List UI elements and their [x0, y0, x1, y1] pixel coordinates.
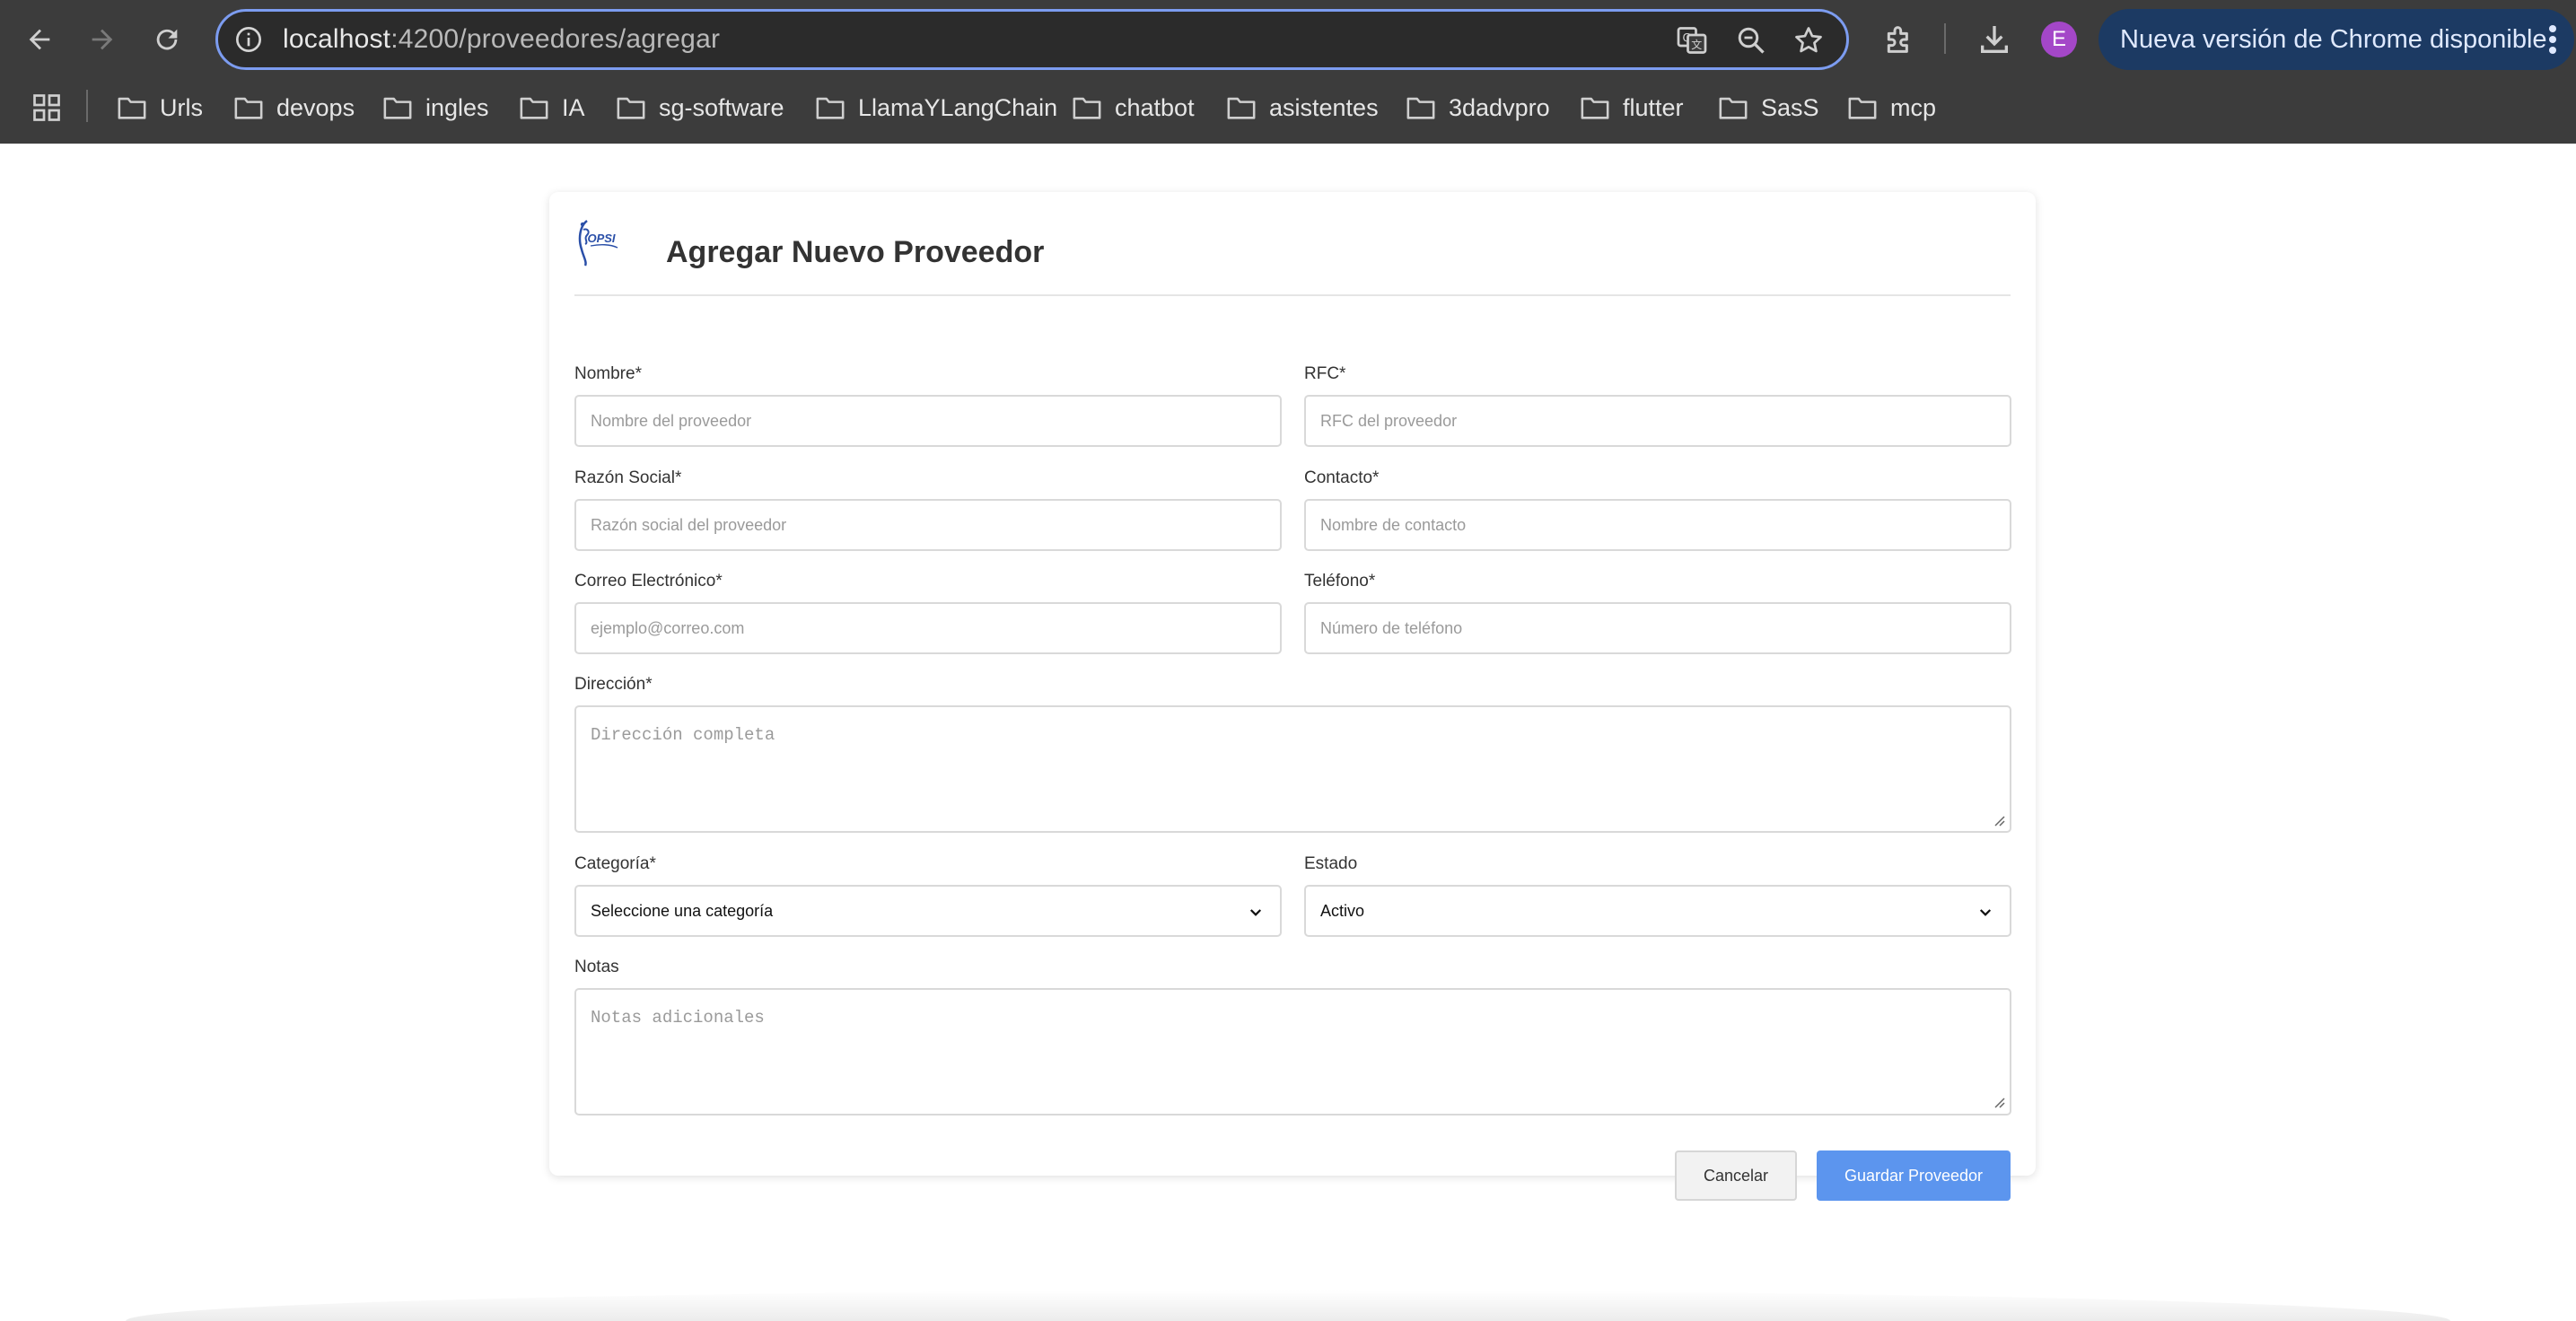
form-header: OPSI Agregar Nuevo Proveedor [574, 217, 2011, 296]
company-logo: OPSI [578, 220, 618, 267]
reload-icon [156, 29, 178, 50]
forward-button[interactable] [81, 18, 124, 61]
notas-textarea[interactable] [574, 988, 2011, 1115]
bookmarks-separator [86, 90, 88, 122]
folder-icon [816, 97, 845, 119]
folder-icon [1719, 97, 1748, 119]
url-text: localhost:4200/proveedores/agregar [283, 24, 720, 55]
site-info-icon[interactable] [234, 25, 263, 54]
nombre-input[interactable] [574, 395, 1282, 447]
toolbar-separator [1944, 23, 1946, 54]
bookmark-folder-ia[interactable]: IA [519, 90, 585, 126]
translate-icon[interactable]: G 文 [1676, 24, 1708, 57]
bookmark-folder-asistentes[interactable]: asistentes [1226, 90, 1379, 126]
folder-icon [520, 97, 548, 119]
zoom-icon[interactable] [1735, 24, 1767, 57]
estado-select[interactable]: Activo [1304, 885, 2011, 937]
back-button[interactable] [18, 18, 61, 61]
browser-toolbar: localhost:4200/proveedores/agregar G 文 E [0, 0, 2576, 79]
bookmark-label: mcp [1890, 93, 1937, 121]
resize-grip-icon[interactable] [1992, 813, 2006, 827]
folder-icon [1848, 97, 1877, 119]
bookmark-label: asistentes [1269, 93, 1379, 121]
bookmark-folder-llamaylangchain[interactable]: LlamaYLangChain [815, 90, 1057, 126]
bookmark-label: Urls [160, 93, 203, 121]
logo-text: OPSI [587, 232, 615, 245]
more-vert-icon[interactable] [2544, 22, 2562, 57]
save-supplier-button[interactable]: Guardar Proveedor [1817, 1150, 2011, 1201]
bookmarks-bar: Urls devops ingles IA sg-software LlamaY… [0, 79, 2576, 144]
notas-label: Notas [574, 958, 619, 976]
rfc-input[interactable] [1304, 395, 2011, 447]
chevron-down-icon [1979, 909, 1992, 916]
folder-icon [1073, 97, 1101, 119]
star-icon[interactable] [1792, 24, 1825, 57]
contacto-input[interactable] [1304, 499, 2011, 551]
bookmark-label: LlamaYLangChain [858, 93, 1058, 121]
bookmark-folder-mcp[interactable]: mcp [1847, 90, 1936, 126]
bookmark-label: devops [276, 93, 355, 121]
bookmark-folder-sg-software[interactable]: sg-software [616, 90, 784, 126]
contacto-label: Contacto* [1304, 468, 1380, 487]
nombre-label: Nombre* [574, 364, 642, 383]
browser-chrome: localhost:4200/proveedores/agregar G 文 E [0, 0, 2576, 144]
page-viewport: OPSI Agregar Nuevo Proveedor Nombre* RFC… [0, 144, 2576, 1321]
page-title: Agregar Nuevo Proveedor [666, 235, 1045, 269]
categoria-label: Categoría* [574, 854, 656, 873]
telefono-input[interactable] [1304, 602, 2011, 654]
bookmark-folder-devops[interactable]: devops [233, 90, 355, 126]
update-label: Nueva versión de Chrome disponible [2120, 24, 2547, 54]
folder-icon [234, 97, 263, 119]
email-input[interactable] [574, 602, 1282, 654]
categoria-select[interactable]: Seleccione una categoría [574, 885, 1282, 937]
cancel-button[interactable]: Cancelar [1675, 1150, 1797, 1201]
direccion-textarea[interactable] [574, 705, 2011, 833]
url-path: :4200/proveedores/agregar [390, 24, 721, 54]
resize-grip-icon[interactable] [1992, 1095, 2006, 1109]
bookmark-folder-ingles[interactable]: ingles [382, 90, 489, 126]
bookmark-folder-urls[interactable]: Urls [117, 90, 203, 126]
extensions-icon[interactable] [1881, 22, 1917, 57]
bookmark-folder-3dadvpro[interactable]: 3dadvpro [1406, 90, 1550, 126]
folder-icon [1406, 97, 1435, 119]
bookmark-label: flutter [1623, 93, 1684, 121]
profile-avatar[interactable]: E [2041, 22, 2077, 57]
arrow-left-icon [29, 29, 50, 50]
bookmark-label: chatbot [1115, 93, 1195, 121]
correo-label: Correo Electrónico* [574, 572, 723, 591]
razon-social-label: Razón Social* [574, 468, 682, 487]
folder-icon [617, 97, 645, 119]
bookmark-folder-flutter[interactable]: flutter [1580, 90, 1684, 126]
bookmark-label: ingles [425, 93, 489, 121]
estado-selected-value: Activo [1320, 901, 1365, 920]
direccion-label: Dirección* [574, 675, 653, 694]
bookmark-label: 3dadvpro [1449, 93, 1550, 121]
address-bar[interactable]: localhost:4200/proveedores/agregar G 文 [215, 9, 1849, 70]
bookmark-label: SasS [1761, 93, 1819, 121]
window-bottom-shadow [126, 1290, 2450, 1321]
chrome-update-button[interactable]: Nueva versión de Chrome disponible [2098, 9, 2574, 70]
bookmark-folder-chatbot[interactable]: chatbot [1072, 90, 1195, 126]
folder-icon [383, 97, 412, 119]
arrow-right-icon [92, 29, 113, 50]
download-icon[interactable] [1976, 22, 2012, 57]
reload-button[interactable] [145, 18, 188, 61]
rfc-label: RFC* [1304, 364, 1346, 383]
bookmark-label: IA [562, 93, 585, 121]
folder-icon [1227, 97, 1256, 119]
razon-social-input[interactable] [574, 499, 1282, 551]
folder-icon [1581, 97, 1609, 119]
add-supplier-form: OPSI Agregar Nuevo Proveedor Nombre* RFC… [549, 192, 2036, 1201]
bookmark-folder-sass[interactable]: SasS [1718, 90, 1819, 126]
bookmark-label: sg-software [659, 93, 784, 121]
telefono-label: Teléfono* [1304, 572, 1376, 591]
url-host: localhost [283, 24, 391, 54]
svg-text:文: 文 [1691, 38, 1702, 51]
folder-icon [118, 97, 146, 119]
categoria-selected-value: Seleccione una categoría [591, 901, 774, 920]
apps-grid-icon[interactable] [31, 92, 63, 124]
estado-label: Estado [1304, 854, 1358, 873]
chevron-down-icon [1249, 909, 1262, 916]
